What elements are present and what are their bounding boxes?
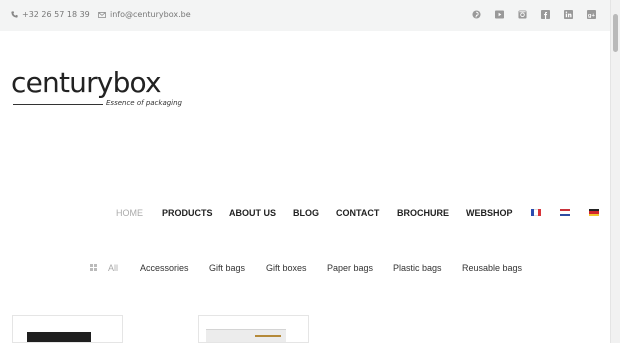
logo-tagline: Essence of packaging — [106, 99, 183, 107]
logo-wordmark: centurybox — [11, 66, 162, 99]
product-card[interactable] — [198, 315, 309, 343]
nav-home[interactable]: HOME — [116, 208, 143, 218]
nav-brochure[interactable]: BROCHURE — [397, 208, 449, 218]
product-ribbon — [255, 335, 281, 337]
filter-accessories[interactable]: Accessories — [140, 263, 189, 273]
envelope-icon — [98, 11, 106, 18]
filter-gift-boxes[interactable]: Gift boxes — [266, 263, 307, 273]
phone-contact[interactable]: +32 26 57 18 39 — [11, 10, 90, 19]
nav-products[interactable]: PRODUCTS — [162, 208, 213, 218]
page: +32 26 57 18 39 info@centurybox.be g+ ce… — [0, 0, 620, 343]
french-flag-icon[interactable] — [531, 209, 541, 216]
logo-underline — [13, 104, 103, 105]
site-logo[interactable]: centurybox Essence of packaging — [11, 66, 182, 114]
email-contact[interactable]: info@centurybox.be — [98, 10, 191, 19]
filter-paper-bags[interactable]: Paper bags — [327, 263, 373, 273]
nav-webshop[interactable]: WEBSHOP — [466, 208, 513, 218]
dutch-flag-icon[interactable] — [560, 209, 570, 216]
grid-icon — [90, 264, 97, 271]
youtube-icon[interactable] — [494, 9, 504, 19]
filter-gift-bags[interactable]: Gift bags — [209, 263, 245, 273]
email-address: info@centurybox.be — [110, 10, 191, 19]
nav-blog[interactable]: BLOG — [293, 208, 319, 218]
instagram-icon[interactable] — [517, 9, 527, 19]
product-image — [27, 332, 91, 342]
scrollbar-thumb[interactable] — [613, 14, 618, 52]
product-card[interactable] — [12, 315, 123, 343]
nav-about-us[interactable]: ABOUT US — [229, 208, 276, 218]
social-links: g+ — [458, 9, 596, 19]
german-flag-icon[interactable] — [589, 209, 599, 216]
pinterest-icon[interactable] — [471, 9, 481, 19]
phone-number: +32 26 57 18 39 — [22, 10, 90, 19]
filter-all[interactable]: All — [108, 263, 118, 273]
filter-plastic-bags[interactable]: Plastic bags — [393, 263, 442, 273]
nav-contact[interactable]: CONTACT — [336, 208, 379, 218]
svg-text:g+: g+ — [587, 12, 595, 18]
google-plus-icon[interactable]: g+ — [586, 9, 596, 19]
facebook-icon[interactable] — [540, 9, 550, 19]
top-bar: +32 26 57 18 39 info@centurybox.be g+ — [0, 0, 610, 31]
phone-icon — [11, 11, 18, 18]
linkedin-icon[interactable] — [563, 9, 573, 19]
scrollbar[interactable] — [610, 0, 620, 343]
filter-reusable-bags[interactable]: Reusable bags — [462, 263, 522, 273]
